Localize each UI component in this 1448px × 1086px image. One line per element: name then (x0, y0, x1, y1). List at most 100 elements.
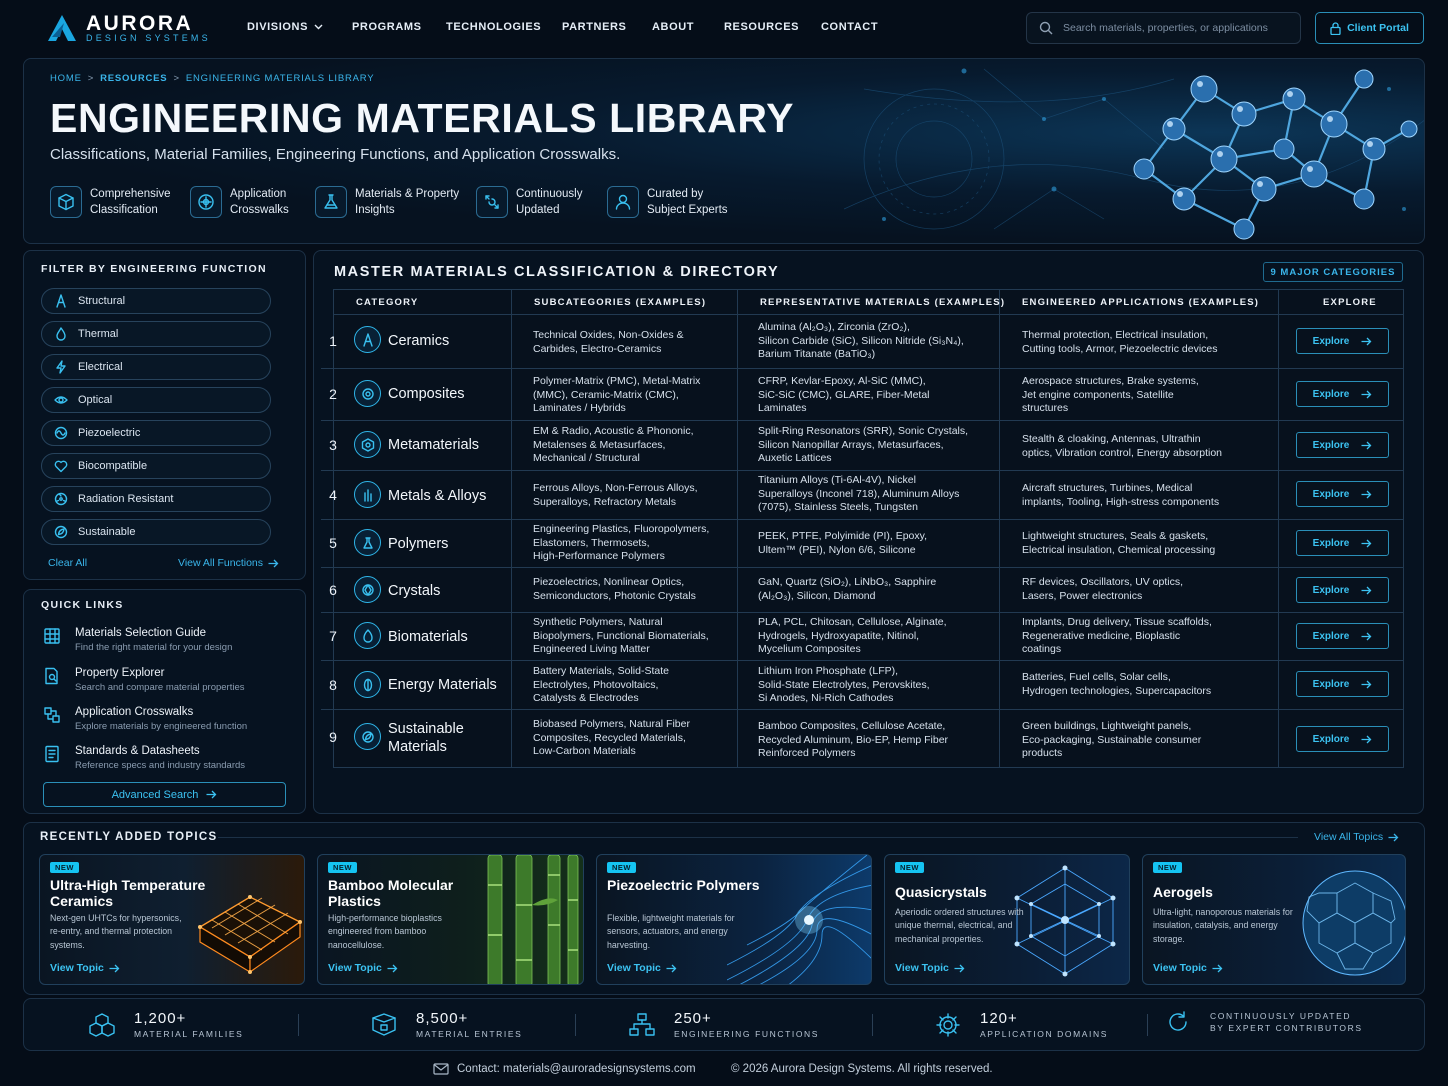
search-input[interactable] (1063, 22, 1291, 34)
feature-label: Continuously (516, 188, 583, 200)
lock-icon (1330, 21, 1341, 35)
view-all-topics-link[interactable]: View All Topics (1314, 831, 1399, 843)
stat-application-domains: 120+ APPLICATION DOMAINS (934, 1010, 1108, 1039)
aerogel-sphere-illustration (1302, 870, 1405, 976)
explore-label: Explore (1312, 488, 1350, 500)
quick-links-panel (23, 589, 306, 814)
filter-label: Electrical (78, 361, 123, 373)
row-number: 1 (329, 333, 337, 349)
stat-label: MATERIAL ENTRIES (416, 1029, 523, 1039)
explore-button-ceramics[interactable]: Explore (1296, 328, 1389, 354)
new-badge: NEW (895, 862, 924, 873)
category-name: Composites (388, 386, 465, 402)
leaf-icon (54, 525, 68, 539)
explore-button-sustainable-materials[interactable]: Explore (1296, 726, 1389, 752)
view-all-topics-label: View All Topics (1314, 831, 1384, 843)
filter-electrical[interactable]: Electrical (41, 354, 271, 380)
explore-label: Explore (1312, 335, 1350, 347)
materials-text: Mycelium Composites (758, 643, 861, 656)
applications-text: optics, Vibration control, Energy absorp… (1022, 446, 1223, 459)
explore-button-metamaterials[interactable]: Explore (1296, 432, 1389, 458)
filter-piezoelectric[interactable]: Piezoelectric (41, 420, 271, 446)
breadcrumb-home[interactable]: HOME (50, 73, 82, 84)
view-topic-link[interactable]: View Topic (50, 962, 120, 974)
client-portal-button[interactable]: Client Portal (1315, 12, 1424, 44)
subcategory-text: Biopolymers, Functional Biomaterials, (533, 629, 709, 642)
view-topic-link[interactable]: View Topic (607, 962, 677, 974)
explore-button-composites[interactable]: Explore (1296, 381, 1389, 407)
stat-value: 120+ (980, 1010, 1018, 1027)
quick-link-property-explorer[interactable]: Property Explorer Search and compare mate… (43, 667, 245, 693)
column-header-materials: REPRESENTATIVE MATERIALS (EXAMPLES) (760, 297, 1006, 308)
view-topic-link[interactable]: View Topic (328, 962, 398, 974)
view-topic-link[interactable]: View Topic (895, 962, 965, 974)
applications-text: structures (1022, 402, 1069, 415)
column-header-explore: EXPLORE (1323, 297, 1377, 308)
explore-button-biomaterials[interactable]: Explore (1296, 623, 1389, 649)
materials-text: Laminates (758, 402, 807, 415)
nav-technologies[interactable]: TECHNOLOGIES (446, 21, 541, 33)
materials-text: Titanium Alloys (Ti-6Al-4V), Nickel (758, 474, 916, 486)
filter-thermal[interactable]: Thermal (41, 321, 271, 347)
explore-button-crystals[interactable]: Explore (1296, 577, 1389, 603)
feature-label: Updated (516, 204, 560, 216)
filter-radiation-resistant[interactable]: Radiation Resistant (41, 486, 271, 512)
materials-text: PEEK, PTFE, Polyimide (PI), Epoxy, (758, 530, 928, 542)
applications-text: Thermal protection, Electrical insulatio… (1022, 329, 1209, 341)
footer-copyright: © 2026 Aurora Design Systems. All rights… (731, 1063, 993, 1075)
arrow-right-icon (1361, 632, 1372, 640)
topic-card-aerogels[interactable]: NEW Aerogels Ultra-light, nanoporous mat… (1142, 854, 1406, 985)
row-number: 9 (329, 729, 337, 745)
quick-link-application-crosswalks[interactable]: Application Crosswalks Explore materials … (43, 706, 247, 732)
stat-material-families: 1,200+ MATERIAL FAMILIES (88, 1010, 243, 1039)
new-badge: NEW (328, 862, 357, 873)
nav-about[interactable]: ABOUT (652, 21, 694, 33)
aurora-logo-icon[interactable] (46, 13, 78, 43)
nav-partners[interactable]: PARTNERS (562, 21, 627, 33)
feature-materials-property-insights: Materials & Property Insights (315, 186, 485, 218)
breadcrumb-resources[interactable]: RESOURCES (100, 73, 167, 84)
applications-text: Eco-packaging, Sustainable consumer (1022, 733, 1202, 746)
row-number: 6 (329, 582, 337, 598)
footer-contact[interactable]: Contact: materials@auroradesignsystems.c… (433, 1063, 696, 1075)
row-number: 2 (329, 386, 337, 402)
view-topic-link[interactable]: View Topic (1153, 962, 1223, 974)
view-topic-label: View Topic (328, 962, 382, 974)
table-row-biomaterials: 7 Biomaterials Synthetic Polymers, Natur… (321, 613, 1404, 660)
stat-label: CONTINUOUSLY UPDATED (1210, 1011, 1352, 1021)
explore-button-energy-materials[interactable]: Explore (1296, 671, 1389, 697)
quick-link-standards-datasheets[interactable]: Standards & Datasheets Reference specs an… (43, 745, 245, 771)
advanced-search-button[interactable]: Advanced Search (43, 782, 286, 807)
breadcrumb-separator: > (173, 73, 180, 84)
topic-card-quasicrystals[interactable]: NEW Quasicrystals Aperiodic ordered stru… (884, 854, 1130, 985)
quick-link-selection-guide[interactable]: Materials Selection Guide Find the right … (43, 627, 232, 653)
sustainable-icon (354, 723, 381, 750)
topic-card-piezoelectric-polymers[interactable]: NEW Piezoelectric Polymers Flexible, lig… (596, 854, 872, 985)
nav-programs[interactable]: PROGRAMS (352, 21, 422, 33)
topic-card-uhtc[interactable]: NEW Ultra-High Temperature Ceramics Next… (39, 854, 305, 985)
filter-biocompatible[interactable]: Biocompatible (41, 453, 271, 479)
nav-divisions[interactable]: DIVISIONS (247, 21, 323, 33)
clear-all-link[interactable]: Clear All (48, 557, 87, 569)
topic-description: Ultra-light, nanoporous materials for in… (1153, 907, 1293, 944)
topic-title: Quasicrystals (895, 884, 987, 900)
subcategory-text: Synthetic Polymers, Natural (533, 616, 663, 628)
filter-structural[interactable]: Structural (41, 288, 271, 314)
filter-optical[interactable]: Optical (41, 387, 271, 413)
view-all-functions-link[interactable]: View All Functions (178, 557, 279, 569)
explore-button-metals-alloys[interactable]: Explore (1296, 481, 1389, 507)
nav-contact[interactable]: CONTACT (821, 21, 878, 33)
topic-card-bamboo[interactable]: NEW Bamboo Molecular Plastics High-perfo… (317, 854, 584, 985)
view-topic-label: View Topic (895, 962, 949, 974)
arrow-right-icon (1212, 964, 1223, 972)
filter-sustainable[interactable]: Sustainable (41, 519, 271, 545)
subcategory-text: Superalloys, Refractory Metals (533, 495, 676, 508)
feature-label: Subject Experts (647, 204, 728, 216)
feature-comprehensive-classification: Comprehensive Classification (50, 186, 210, 218)
filter-label: Biocompatible (78, 460, 148, 472)
explore-button-polymers[interactable]: Explore (1296, 530, 1389, 556)
arrow-right-icon (1361, 441, 1372, 449)
stat-engineering-functions: 250+ ENGINEERING FUNCTIONS (628, 1010, 819, 1039)
subcategory-text: Carbides, Electro-Ceramics (533, 342, 662, 355)
nav-resources[interactable]: RESOURCES (724, 21, 799, 33)
